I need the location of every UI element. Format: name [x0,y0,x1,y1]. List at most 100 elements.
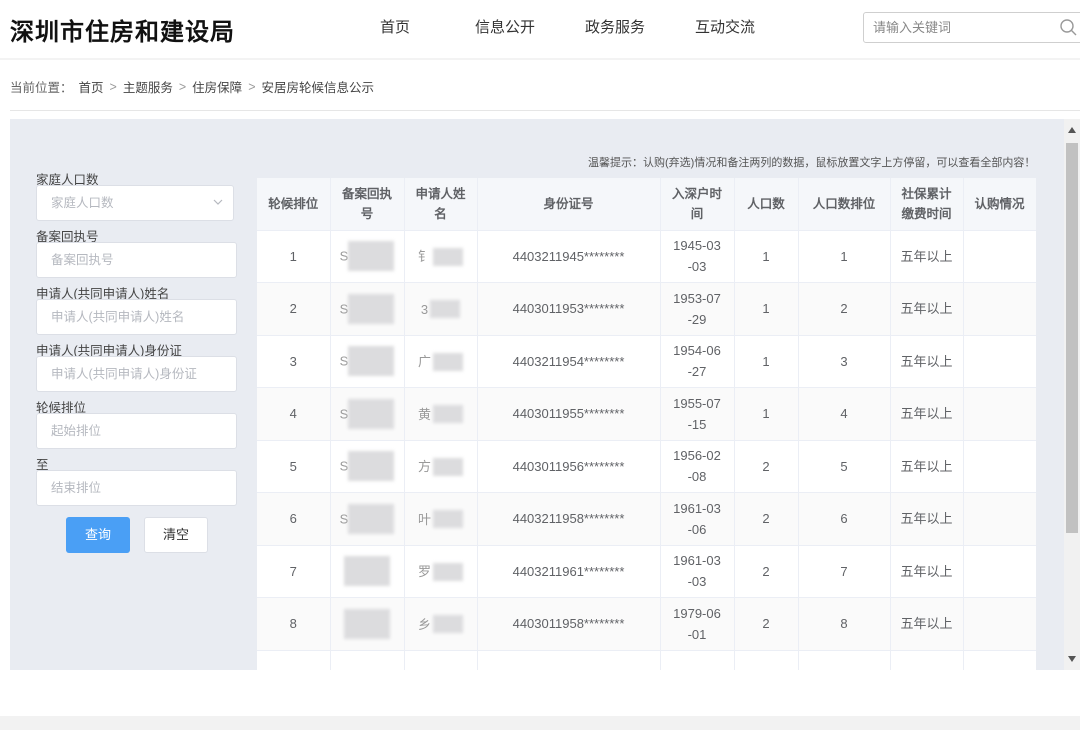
redacted-name [433,457,463,476]
scrollbar[interactable] [1064,119,1080,670]
cell-rank: 7 [257,545,331,598]
cell-receipt [330,650,405,670]
social-security-value: 五年以上 [900,353,953,369]
people-rank-value: 2 [840,301,848,317]
cell-residence-date: 1979-06 -01 [660,597,735,651]
breadcrumb-item-topic-services[interactable]: 主题服务 [123,77,173,96]
redacted-receipt [348,241,395,272]
table-row[interactable]: 1979-11 [257,650,1036,670]
cell-people: 1 [734,230,799,283]
scroll-up-arrow-icon[interactable] [1068,127,1076,133]
column-header-residence-date[interactable]: 入深户时间 [660,178,735,231]
cell-people-rank: 5 [798,440,891,493]
cell-rank: 4 [257,387,331,441]
social-security-value: 五年以上 [900,458,953,474]
main-nav: 首页 信息公开 政务服务 互动交流 [340,0,780,58]
cell-rank: 6 [257,492,331,546]
cell-receipt: S [330,440,405,493]
cell-subscription [963,230,1036,283]
breadcrumb-item-housing-security[interactable]: 住房保障 [192,77,242,96]
column-header-id[interactable]: 身份证号 [477,178,661,231]
column-header-subscription[interactable]: 认购情况 [963,178,1036,231]
cell-residence-date: 1961-03 -03 [660,545,735,598]
scrollbar-thumb[interactable] [1066,143,1078,533]
social-security-value: 五年以上 [900,406,953,422]
people-rank-value: 6 [840,511,848,527]
column-header-people-rank[interactable]: 人口数排位 [798,178,891,231]
breadcrumb-item-current[interactable]: 安居房轮候信息公示 [262,77,375,96]
cell-receipt: S [330,335,405,388]
name-prefix: 广 [417,354,431,370]
column-header-receipt[interactable]: 备案回执号 [330,178,405,231]
search-input[interactable] [864,13,1044,42]
column-header-name[interactable]: 申请人姓名 [404,178,478,231]
date-line-1: 1956-02 [673,448,721,464]
cell-subscription [963,545,1036,598]
cell-id idcell: 4403011956******** [477,440,661,493]
redacted-name [433,352,463,371]
query-button[interactable]: 查询 [66,517,130,553]
redacted-receipt [348,293,395,324]
table-row[interactable]: 1 S 钅 4403211945******** 1945-03 -03 1 1 五年以上 [257,230,1036,283]
people-value: 2 [762,563,770,579]
social-security-value: 五年以上 [900,301,953,317]
redacted-receipt [348,503,395,534]
date-line-2: -03 [687,574,707,590]
receipt-prefix: S [339,511,349,527]
breadcrumb-separator: > [178,79,187,94]
table-row[interactable]: 8 乡 4403011958******** 1979-06 -01 2 8 五年以上 [257,597,1036,651]
cell-receipt: S [330,387,405,441]
nav-item-gov-services[interactable]: 政务服务 [560,0,670,58]
scroll-down-arrow-icon[interactable] [1068,656,1076,662]
cell-residence-date: 1955-07 -15 [660,387,735,441]
id-value: 4403211945******** [512,248,625,264]
table-row[interactable]: 6 S 叶 4403211958******** 1961-03 -06 2 6 五年以上 [257,492,1036,546]
nav-item-interaction[interactable]: 互动交流 [670,0,780,58]
social-security-value: 五年以上 [900,248,953,264]
table-row[interactable]: 7 罗 4403211961******** 1961-03 -03 2 7 五年以上 [257,545,1036,598]
cell-people-rank: 2 [798,282,891,336]
nav-item-home[interactable]: 首页 [340,0,450,58]
table-row[interactable]: 3 S 广 4403211954******** 1954-06 -27 1 3 五年以上 [257,335,1036,388]
receipt-no-input[interactable] [36,242,237,278]
id-value: 4403211961******** [512,563,625,579]
cell-social-security [890,650,964,670]
cell-id idcell: 4403211958******** [477,492,661,546]
cell-residence-date: 1961-03 -06 [660,492,735,546]
redacted-name [433,405,463,424]
applicant-id-input[interactable] [36,356,237,392]
column-header-social-security[interactable]: 社保累计缴费时间 [890,178,964,231]
cell-id idcell: 4403211954******** [477,335,661,388]
search-icon[interactable] [1060,19,1077,36]
cell-name: 3 [404,282,478,336]
id-value: 4403211954******** [512,353,625,369]
cell-subscription [963,597,1036,651]
date-line-1: 1979-11 [674,669,721,670]
cell-receipt: S [330,282,405,336]
rank-from-input[interactable] [36,413,237,449]
clear-button[interactable]: 清空 [144,517,208,553]
breadcrumb: 当前位置： 首页 > 主题服务 > 住房保障 > 安居房轮候信息公示 [10,77,380,96]
date-line-2: -01 [687,626,707,642]
cell-social-security: 五年以上 [890,440,964,493]
column-header-rank[interactable]: 轮候排位 [257,178,331,231]
cell-people: 2 [734,440,799,493]
receipt-prefix: S [339,406,349,422]
people-value: 2 [762,458,770,474]
date-line-1: 1961-03 [673,553,721,569]
applicant-name-input[interactable] [36,299,237,335]
cell-people-rank: 1 [798,230,891,283]
table-row[interactable]: 2 S 3 4403011953******** 1953-07 -29 1 2 五年以上 [257,282,1036,336]
people-value: 2 [762,511,770,527]
table-row[interactable]: 5 S 方 4403011956******** 1956-02 -08 2 5 五年以上 [257,440,1036,493]
household-size-select[interactable] [36,185,234,221]
hint-text: 温馨提示：认购(弃选)情况和备注两列的数据，鼠标放置文字上方停留，可以查看全部内… [588,157,1036,169]
name-prefix: 黄 [417,406,431,422]
rank-to-input[interactable] [36,470,237,506]
table-row[interactable]: 4 S 黄 4403011955******** 1955-07 -15 1 4 五年以上 [257,387,1036,441]
header-divider [0,58,1080,60]
breadcrumb-item-home[interactable]: 首页 [79,77,104,96]
cell-receipt [330,545,405,598]
column-header-people[interactable]: 人口数 [734,178,799,231]
nav-item-info-disclosure[interactable]: 信息公开 [450,0,560,58]
